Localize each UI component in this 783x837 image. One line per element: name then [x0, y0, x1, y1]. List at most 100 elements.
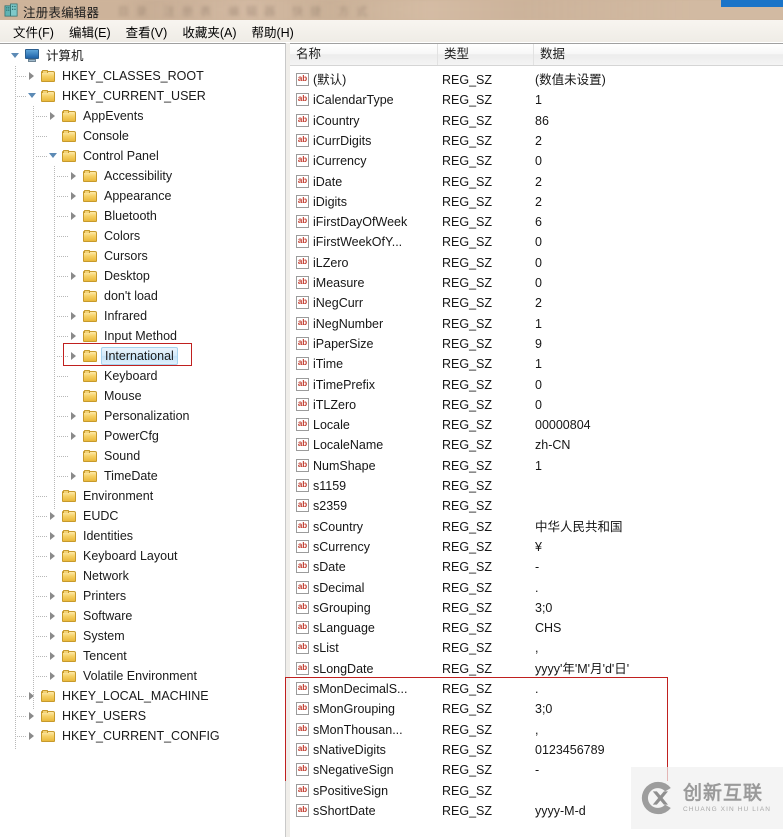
tree-item-personalization[interactable]: Personalization [69, 406, 191, 426]
chevron-right-icon[interactable] [48, 551, 59, 562]
chevron-right-icon[interactable] [48, 111, 59, 122]
registry-tree-panel[interactable]: 计算机 HKEY_CLASSES_ROOT HKEY_CURRENT_USER App… [0, 43, 286, 837]
registry-value-row[interactable]: ab iCurrency REG_SZ 0 [290, 151, 783, 171]
registry-value-row[interactable]: ab Locale REG_SZ 00000804 [290, 415, 783, 435]
registry-value-row[interactable]: ab iDate REG_SZ 2 [290, 172, 783, 192]
registry-value-row[interactable]: ab s2359 REG_SZ [290, 496, 783, 516]
tree-item-printers[interactable]: Printers [48, 586, 128, 606]
tree-item-powercfg[interactable]: PowerCfg [69, 426, 161, 446]
registry-value-row[interactable]: ab iNegNumber REG_SZ 1 [290, 314, 783, 334]
registry-value-row[interactable]: ab sMonGrouping REG_SZ 3;0 [290, 699, 783, 719]
tree-item-input-method[interactable]: Input Method [69, 326, 179, 346]
chevron-right-icon[interactable] [27, 731, 38, 742]
tree-item-hkey-local-machine[interactable]: HKEY_LOCAL_MACHINE [27, 686, 211, 706]
menu-favorites[interactable]: 收藏夹(A) [175, 21, 243, 42]
chevron-right-icon[interactable] [69, 211, 80, 222]
registry-value-row[interactable]: ab sMonDecimalS... REG_SZ. [290, 679, 783, 699]
tree-item-keyboard-layout[interactable]: Keyboard Layout [48, 546, 180, 566]
tree-item-[interactable]: 计算机 [10, 46, 86, 66]
registry-value-row[interactable]: ab sList REG_SZ, [290, 638, 783, 658]
chevron-right-icon[interactable] [48, 651, 59, 662]
registry-value-row[interactable]: ab iFirstDayOfWeek REG_SZ 6 [290, 212, 783, 232]
chevron-right-icon[interactable] [27, 711, 38, 722]
tree-item-network[interactable]: Network [48, 566, 131, 586]
tree-item-accessibility[interactable]: Accessibility [69, 166, 174, 186]
menu-help[interactable]: 帮助(H) [244, 21, 300, 42]
registry-value-row[interactable]: ab (默认) REG_SZ (数值未设置) [290, 70, 783, 90]
column-header-data[interactable]: 数据 [534, 44, 783, 65]
tree-item-cursors[interactable]: Cursors [69, 246, 150, 266]
registry-value-row[interactable]: ab sCountry REG_SZ 中华人民共和国 [290, 517, 783, 537]
registry-value-row[interactable]: ab sCurrency REG_SZ ¥ [290, 537, 783, 557]
registry-value-row[interactable]: ab sMonThousan... REG_SZ, [290, 720, 783, 740]
chevron-right-icon[interactable] [69, 351, 80, 362]
chevron-right-icon[interactable] [69, 471, 80, 482]
registry-value-row[interactable]: ab iCountry REG_SZ 86 [290, 111, 783, 131]
registry-value-row[interactable]: ab iTLZero REG_SZ 0 [290, 395, 783, 415]
chevron-right-icon[interactable] [69, 271, 80, 282]
tree-item-hkey-current-config[interactable]: HKEY_CURRENT_CONFIG [27, 726, 222, 746]
chevron-down-icon[interactable] [27, 91, 38, 102]
chevron-right-icon[interactable] [69, 331, 80, 342]
column-header-name[interactable]: 名称 [290, 44, 438, 65]
tree-item-keyboard[interactable]: Keyboard [69, 366, 160, 386]
chevron-right-icon[interactable] [48, 531, 59, 542]
registry-value-row[interactable]: ab s1159 REG_SZ [290, 476, 783, 496]
tree-item-appearance[interactable]: Appearance [69, 186, 173, 206]
chevron-right-icon[interactable] [48, 671, 59, 682]
registry-value-row[interactable]: ab iDigits REG_SZ 2 [290, 192, 783, 212]
tree-item-colors[interactable]: Colors [69, 226, 142, 246]
tree-item-hkey-users[interactable]: HKEY_USERS [27, 706, 148, 726]
tree-item-software[interactable]: Software [48, 606, 134, 626]
tree-item-don-t-load[interactable]: don't load [69, 286, 160, 306]
tree-item-hkey-classes-root[interactable]: HKEY_CLASSES_ROOT [27, 66, 206, 86]
tree-item-eudc[interactable]: EUDC [48, 506, 120, 526]
tree-item-mouse[interactable]: Mouse [69, 386, 144, 406]
registry-value-row[interactable]: ab sNativeDigits REG_SZ 0123456789 [290, 740, 783, 760]
registry-value-row[interactable]: ab sDate REG_SZ - [290, 557, 783, 577]
chevron-down-icon[interactable] [48, 151, 59, 162]
tree-item-hkey-current-user[interactable]: HKEY_CURRENT_USER [27, 86, 208, 106]
tree-item-bluetooth[interactable]: Bluetooth [69, 206, 159, 226]
registry-value-row[interactable]: ab iPaperSize REG_SZ 9 [290, 334, 783, 354]
registry-value-row[interactable]: ab NumShape REG_SZ 1 [290, 456, 783, 476]
chevron-down-icon[interactable] [10, 51, 21, 62]
menu-view[interactable]: 查看(V) [119, 21, 175, 42]
registry-value-row[interactable]: ab iMeasure REG_SZ 0 [290, 273, 783, 293]
menu-edit[interactable]: 编辑(E) [62, 21, 118, 42]
tree-item-control-panel[interactable]: Control Panel [48, 146, 161, 166]
tree-item-appevents[interactable]: AppEvents [48, 106, 145, 126]
registry-value-row[interactable]: ab iLZero REG_SZ 0 [290, 253, 783, 273]
tree-item-console[interactable]: Console [48, 126, 131, 146]
chevron-right-icon[interactable] [69, 431, 80, 442]
registry-value-row[interactable]: ab iTimePrefix REG_SZ 0 [290, 375, 783, 395]
tree-item-international[interactable]: International [69, 346, 178, 366]
menu-file[interactable]: 文件(F) [6, 21, 61, 42]
registry-value-row[interactable]: ab iTime REG_SZ 1 [290, 354, 783, 374]
tree-item-infrared[interactable]: Infrared [69, 306, 149, 326]
tree-item-volatile-environment[interactable]: Volatile Environment [48, 666, 199, 686]
registry-value-row[interactable]: ab LocaleName REG_SZ zh-CN [290, 435, 783, 455]
registry-value-row[interactable]: ab sGrouping REG_SZ 3;0 [290, 598, 783, 618]
registry-value-row[interactable]: ab sLanguage REG_SZ CHS [290, 618, 783, 638]
chevron-right-icon[interactable] [48, 611, 59, 622]
column-header-type[interactable]: 类型 [438, 44, 534, 65]
tree-item-system[interactable]: System [48, 626, 127, 646]
tree-item-tencent[interactable]: Tencent [48, 646, 129, 666]
chevron-right-icon[interactable] [69, 171, 80, 182]
tree-item-sound[interactable]: Sound [69, 446, 142, 466]
registry-values-panel[interactable]: 名称 类型 数据 ab (默认) REG_SZ (数值未设置) ab iCalendarT… [290, 43, 783, 837]
tree-item-desktop[interactable]: Desktop [69, 266, 152, 286]
chevron-right-icon[interactable] [69, 311, 80, 322]
chevron-right-icon[interactable] [27, 71, 38, 82]
tree-item-environment[interactable]: Environment [48, 486, 155, 506]
registry-value-row[interactable]: ab iNegCurr REG_SZ 2 [290, 293, 783, 313]
tree-item-identities[interactable]: Identities [48, 526, 135, 546]
registry-value-row[interactable]: ab iFirstWeekOfY... REG_SZ 0 [290, 232, 783, 252]
registry-value-row[interactable]: ab sDecimal REG_SZ. [290, 578, 783, 598]
chevron-right-icon[interactable] [48, 591, 59, 602]
registry-value-row[interactable]: ab iCurrDigits REG_SZ 2 [290, 131, 783, 151]
registry-value-row[interactable]: ab sLongDate REG_SZ yyyy'年'M'月'd'日' [290, 659, 783, 679]
chevron-right-icon[interactable] [69, 411, 80, 422]
tree-item-timedate[interactable]: TimeDate [69, 466, 160, 486]
